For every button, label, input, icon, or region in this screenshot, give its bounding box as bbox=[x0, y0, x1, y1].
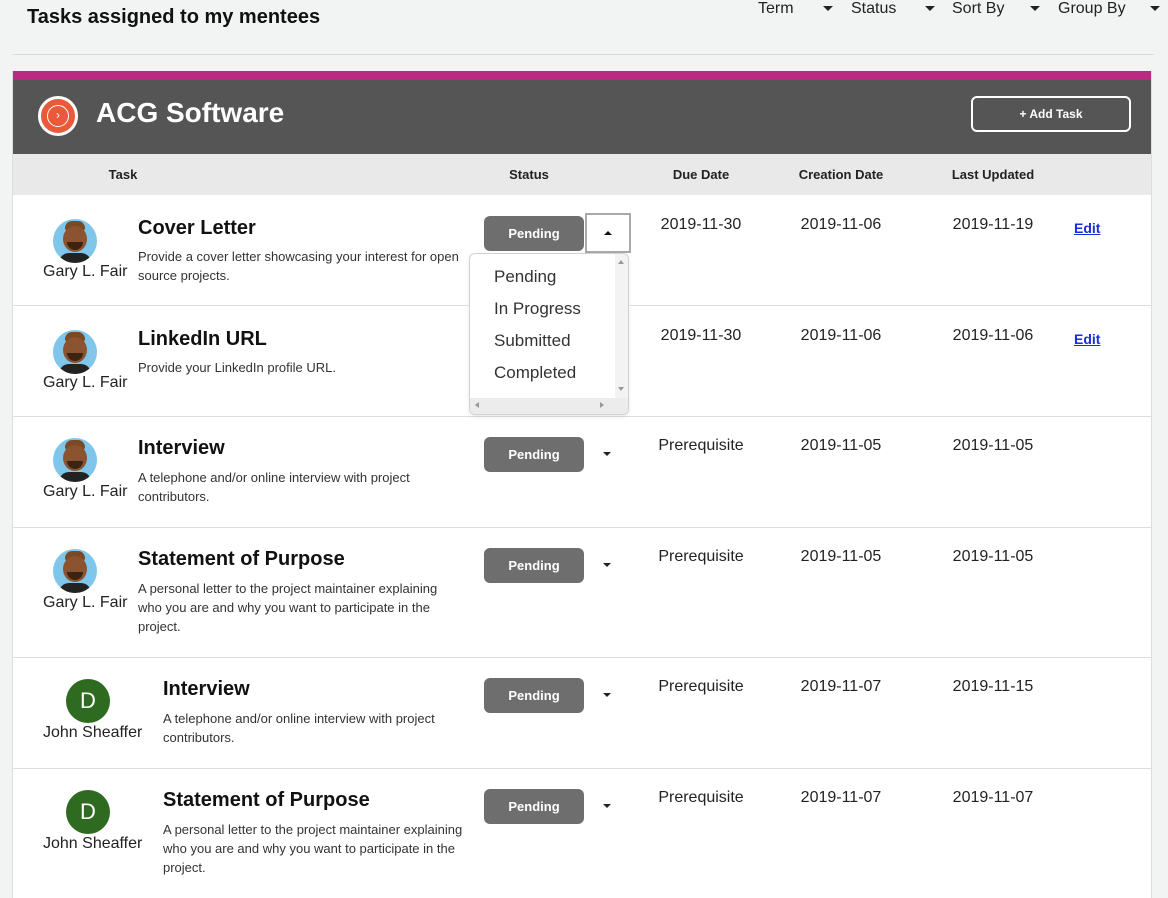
task-group-panel: › ACG Software + Add Task Task Status Du… bbox=[12, 71, 1152, 898]
status-caret-icon[interactable] bbox=[597, 444, 617, 464]
table-row: Gary L. Fair Statement of Purpose A pers… bbox=[13, 528, 1151, 658]
task-title: Statement of Purpose bbox=[163, 789, 370, 811]
group-logo-icon: › bbox=[38, 96, 78, 136]
status-dropdown: Pending In Progress Submitted Completed bbox=[469, 253, 629, 415]
accent-stripe bbox=[13, 71, 1151, 80]
status-option-completed[interactable]: Completed bbox=[494, 363, 576, 383]
status-option-pending[interactable]: Pending bbox=[494, 267, 556, 287]
due-date: Prerequisite bbox=[658, 678, 744, 695]
avatar: D bbox=[66, 679, 110, 723]
column-headers: Task Status Due Date Creation Date Last … bbox=[13, 154, 1151, 195]
status-button[interactable]: Pending bbox=[484, 789, 584, 824]
group-header: › ACG Software + Add Task bbox=[13, 80, 1151, 154]
column-header-creation-date: Creation Date bbox=[798, 167, 884, 182]
assignee-name: Gary L. Fair bbox=[43, 483, 128, 500]
avatar bbox=[53, 219, 97, 263]
sort-by-filter-label: Sort By bbox=[952, 0, 1005, 17]
edit-link[interactable]: Edit bbox=[1074, 220, 1100, 236]
add-task-button[interactable]: + Add Task bbox=[971, 96, 1131, 132]
assignee-name: Gary L. Fair bbox=[43, 263, 128, 280]
task-title: Statement of Purpose bbox=[138, 548, 345, 570]
chevron-right-icon: › bbox=[47, 105, 69, 127]
group-name: ACG Software bbox=[96, 97, 285, 128]
edit-link[interactable]: Edit bbox=[1074, 331, 1100, 347]
term-filter-label: Term bbox=[758, 0, 794, 17]
last-updated: 2019-11-05 bbox=[952, 548, 1034, 565]
scroll-right-icon[interactable] bbox=[600, 402, 604, 408]
creation-date: 2019-11-05 bbox=[800, 548, 882, 565]
term-filter[interactable]: Term bbox=[758, 0, 794, 18]
scroll-down-icon[interactable] bbox=[618, 387, 624, 391]
creation-date: 2019-11-06 bbox=[800, 327, 882, 344]
status-option-in-progress[interactable]: In Progress bbox=[494, 299, 581, 319]
due-date: Prerequisite bbox=[658, 789, 744, 806]
last-updated: 2019-11-07 bbox=[952, 789, 1034, 806]
dropdown-horizontal-scrollbar[interactable] bbox=[470, 398, 628, 414]
task-description: Provide your LinkedIn profile URL. bbox=[138, 360, 336, 375]
task-title: Cover Letter bbox=[138, 217, 256, 239]
task-description: A personal letter to the project maintai… bbox=[138, 581, 438, 634]
due-date: Prerequisite bbox=[658, 548, 744, 565]
status-caret-icon[interactable] bbox=[597, 796, 617, 816]
scroll-left-icon[interactable] bbox=[475, 402, 479, 408]
task-title: Interview bbox=[163, 678, 250, 700]
task-description: A telephone and/or online interview with… bbox=[138, 470, 410, 504]
table-row: Gary L. Fair Interview A telephone and/o… bbox=[13, 417, 1151, 528]
assignee-name: John Sheaffer bbox=[43, 724, 143, 741]
creation-date: 2019-11-07 bbox=[800, 789, 882, 806]
assignee-name: Gary L. Fair bbox=[43, 594, 128, 611]
status-button[interactable]: Pending bbox=[484, 678, 584, 713]
due-date: Prerequisite bbox=[658, 437, 744, 454]
status-filter[interactable]: Status bbox=[851, 0, 896, 18]
sort-by-filter[interactable]: Sort By bbox=[952, 0, 1004, 18]
status-caret-up-icon[interactable] bbox=[585, 213, 631, 253]
column-header-last-updated: Last Updated bbox=[951, 167, 1035, 182]
due-date: 2019-11-30 bbox=[660, 216, 742, 233]
task-description: Provide a cover letter showcasing your i… bbox=[138, 249, 459, 283]
status-caret-icon[interactable] bbox=[597, 555, 617, 575]
column-header-due-date: Due Date bbox=[672, 167, 730, 182]
column-header-status: Status bbox=[509, 167, 549, 182]
top-divider bbox=[12, 54, 1154, 55]
status-filter-label: Status bbox=[851, 0, 897, 17]
task-title: LinkedIn URL bbox=[138, 328, 267, 350]
column-header-task: Task bbox=[108, 167, 138, 182]
avatar bbox=[53, 330, 97, 374]
last-updated: 2019-11-15 bbox=[952, 678, 1034, 695]
group-by-filter-label: Group By bbox=[1058, 0, 1126, 17]
creation-date: 2019-11-06 bbox=[800, 216, 882, 233]
status-caret-icon[interactable] bbox=[597, 685, 617, 705]
status-button[interactable]: Pending bbox=[484, 216, 584, 251]
group-by-filter[interactable]: Group By bbox=[1058, 0, 1126, 18]
last-updated: 2019-11-05 bbox=[952, 437, 1034, 454]
table-row: D John Sheaffer Interview A telephone an… bbox=[13, 658, 1151, 769]
table-row: D John Sheaffer Statement of Purpose A p… bbox=[13, 769, 1151, 898]
last-updated: 2019-11-19 bbox=[952, 216, 1034, 233]
page-title: Tasks assigned to my mentees bbox=[27, 6, 321, 28]
task-description: A telephone and/or online interview with… bbox=[163, 711, 435, 745]
scroll-up-icon[interactable] bbox=[618, 260, 624, 264]
creation-date: 2019-11-05 bbox=[800, 437, 882, 454]
status-option-submitted[interactable]: Submitted bbox=[494, 331, 571, 351]
assignee-name: Gary L. Fair bbox=[43, 374, 128, 391]
task-description: A personal letter to the project maintai… bbox=[163, 822, 463, 875]
assignee-name: John Sheaffer bbox=[43, 835, 143, 852]
last-updated: 2019-11-06 bbox=[952, 327, 1034, 344]
dropdown-vertical-scrollbar[interactable] bbox=[615, 254, 628, 400]
avatar: D bbox=[66, 790, 110, 834]
creation-date: 2019-11-07 bbox=[800, 678, 882, 695]
avatar bbox=[53, 549, 97, 593]
due-date: 2019-11-30 bbox=[660, 327, 742, 344]
status-button[interactable]: Pending bbox=[484, 437, 584, 472]
avatar bbox=[53, 438, 97, 482]
top-bar: Tasks assigned to my mentees Term Status… bbox=[0, 0, 1168, 54]
status-button[interactable]: Pending bbox=[484, 548, 584, 583]
task-title: Interview bbox=[138, 437, 225, 459]
